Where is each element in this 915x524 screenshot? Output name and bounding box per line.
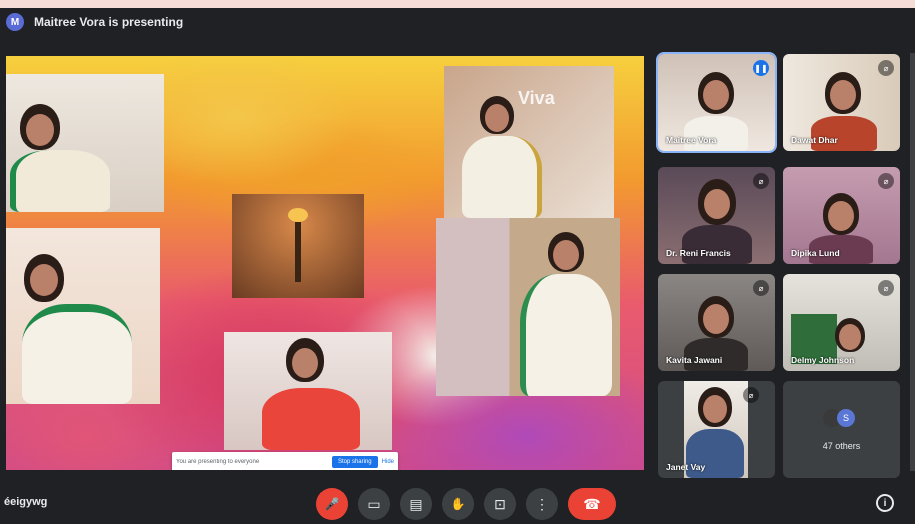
presenter-avatar: M bbox=[6, 13, 24, 31]
hand-icon: ✋ bbox=[450, 497, 466, 511]
raise-hand-button[interactable]: ✋ bbox=[442, 488, 474, 520]
mic-muted-icon: ⌀ bbox=[743, 387, 759, 403]
speaking-indicator-icon: ❚❚ bbox=[753, 60, 769, 76]
scroll-edge bbox=[910, 53, 915, 471]
others-count: 47 others bbox=[822, 441, 861, 451]
call-controls: 🎤 ▭ ▤ ✋ ⊡ ⋮ ☎ bbox=[316, 488, 616, 520]
participant-name: Janet Vay bbox=[666, 462, 706, 472]
participant-tile[interactable]: ⌀ Dipika Lund bbox=[783, 167, 900, 264]
presentation-stage: Viva You are presenting to everyone Stop… bbox=[6, 56, 644, 470]
participant-tile[interactable]: ❚❚ Maitree Vora bbox=[656, 52, 777, 153]
bottom-toolbar: éeigywg 🎤 ▭ ▤ ✋ ⊡ ⋮ ☎ i bbox=[0, 480, 915, 524]
participant-name: Kavita Jawani bbox=[666, 355, 723, 365]
captions-icon: ▤ bbox=[409, 495, 423, 512]
collage-photo bbox=[232, 194, 364, 298]
more-vert-icon: ⋮ bbox=[535, 495, 549, 512]
mic-muted-icon: ⌀ bbox=[878, 280, 894, 296]
collage-photo: Viva bbox=[444, 66, 614, 218]
meeting-details-button[interactable]: i bbox=[876, 494, 894, 512]
info-icon: i bbox=[883, 497, 887, 509]
participant-name: Dawat Dhar bbox=[791, 135, 838, 145]
captions-button[interactable]: ▤ bbox=[400, 488, 432, 520]
meeting-code: éeigywg bbox=[4, 496, 48, 508]
mic-muted-icon: ⌀ bbox=[753, 280, 769, 296]
collage-photo bbox=[436, 218, 620, 396]
banner-message: You are presenting to everyone bbox=[176, 459, 260, 465]
present-button[interactable]: ⊡ bbox=[484, 488, 516, 520]
participant-tile[interactable]: ⌀ Dawat Dhar bbox=[783, 54, 900, 151]
participant-name: Dr. Reni Francis bbox=[666, 248, 731, 258]
collage-photo bbox=[6, 74, 164, 212]
present-icon: ⊡ bbox=[494, 495, 506, 512]
presenting-label: Maitree Vora is presenting bbox=[34, 15, 184, 29]
presenting-banner: You are presenting to everyone Stop shar… bbox=[172, 452, 398, 470]
mic-off-button[interactable]: 🎤 bbox=[316, 488, 348, 520]
participant-name: Maitree Vora bbox=[666, 135, 717, 145]
mic-muted-icon: ⌀ bbox=[878, 60, 894, 76]
mic-muted-icon: ⌀ bbox=[753, 173, 769, 189]
presenting-bar: M Maitree Vora is presenting bbox=[0, 8, 915, 36]
viva-logo: Viva bbox=[518, 88, 555, 108]
camera-icon: ▭ bbox=[367, 495, 381, 512]
camera-button[interactable]: ▭ bbox=[358, 488, 390, 520]
participant-name: Delmy Johnson bbox=[791, 355, 855, 365]
mic-muted-icon: ⌀ bbox=[878, 173, 894, 189]
mic-off-icon: 🎤 bbox=[324, 497, 340, 511]
hide-banner-button[interactable]: Hide bbox=[382, 459, 394, 465]
phone-hangup-icon: ☎ bbox=[583, 495, 601, 512]
avatar: S bbox=[837, 409, 855, 427]
collage-photo bbox=[6, 228, 160, 404]
participant-tile[interactable]: ⌀ Kavita Jawani bbox=[658, 274, 775, 371]
participant-name: Dipika Lund bbox=[791, 248, 840, 258]
participant-tile[interactable]: ⌀ Janet Vay bbox=[658, 381, 775, 478]
others-tile[interactable]: S 47 others bbox=[783, 381, 900, 478]
stop-sharing-button[interactable]: Stop sharing bbox=[331, 456, 378, 468]
end-call-button[interactable]: ☎ bbox=[568, 488, 616, 520]
collage-photo bbox=[224, 332, 392, 450]
meet-window: M Maitree Vora is presenting Viva You ar… bbox=[0, 8, 915, 524]
participant-tile[interactable]: ⌀ Delmy Johnson bbox=[783, 274, 900, 371]
participant-tile[interactable]: ⌀ Dr. Reni Francis bbox=[658, 167, 775, 264]
more-options-button[interactable]: ⋮ bbox=[526, 488, 558, 520]
